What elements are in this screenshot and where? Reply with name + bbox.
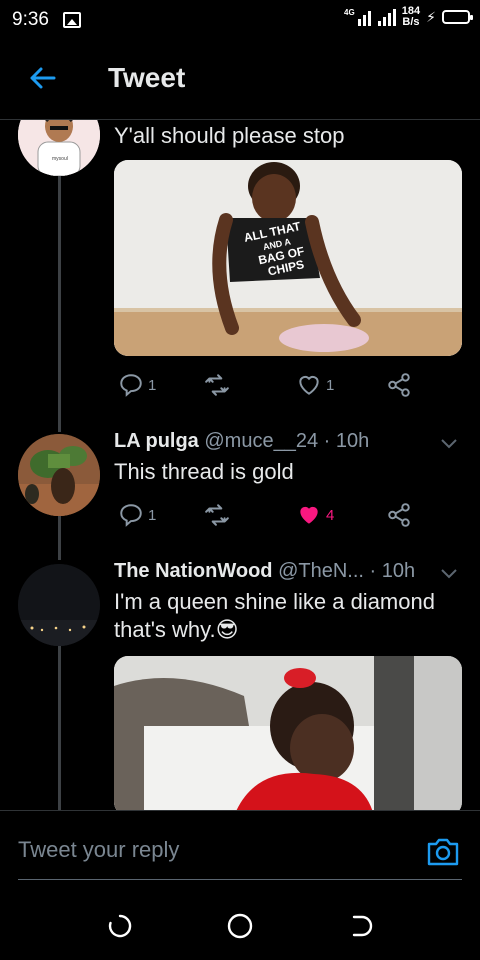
- status-indicators: 4G 184 B/s ⚡: [342, 6, 473, 28]
- thread-connector-line: [58, 176, 61, 432]
- retweet-button[interactable]: [204, 502, 230, 528]
- heart-filled-icon: [300, 506, 318, 524]
- toddler-photo: ALL THAT AND A BAG OF CHIPS: [114, 160, 462, 356]
- reply-count: 1: [148, 506, 157, 524]
- heart-icon: [299, 375, 319, 395]
- separator-dot: ·: [323, 430, 331, 452]
- reply-underline: [18, 879, 462, 880]
- back-nav-icon[interactable]: [346, 912, 374, 940]
- avatar[interactable]: mysoul: [18, 120, 100, 176]
- tweet-text: I'm a queen shine like a diamond that's …: [114, 588, 435, 644]
- svg-text:4G: 4G: [344, 8, 355, 17]
- retweet-icon: [205, 504, 229, 526]
- tweet-text-part: that's why.: [114, 617, 216, 642]
- share-button[interactable]: [386, 372, 412, 398]
- like-button[interactable]: 1: [296, 372, 334, 398]
- user-handle[interactable]: @muce__24: [204, 430, 318, 452]
- page-title: Tweet: [108, 62, 186, 93]
- tweet-media-image[interactable]: [114, 656, 462, 810]
- retweet-button[interactable]: [204, 372, 230, 398]
- tweet-header: The NationWood @TheN... · 10h: [114, 560, 415, 583]
- reply-input[interactable]: Tweet your reply: [18, 837, 179, 863]
- share-button[interactable]: [386, 502, 412, 528]
- tweet-actions: 1 1: [114, 372, 434, 402]
- signal-strength-icon: [377, 8, 396, 26]
- avatar[interactable]: [18, 434, 100, 516]
- charging-icon: ⚡: [426, 8, 436, 25]
- reply-button[interactable]: 1: [118, 372, 156, 398]
- home-icon[interactable]: [226, 912, 254, 940]
- retweet-icon: [205, 374, 229, 396]
- display-name[interactable]: LA pulga: [114, 430, 199, 452]
- avatar[interactable]: [18, 564, 100, 646]
- tweet-header: LA pulga @muce__24 · 10h: [114, 430, 369, 453]
- tweet-actions: 1 4: [114, 502, 434, 532]
- emoji-sunglasses: 😎: [215, 617, 239, 642]
- like-button[interactable]: 4: [296, 502, 334, 528]
- status-bar: 9:36 4G 184 B/s ⚡: [0, 0, 480, 40]
- separator-dot: ·: [369, 560, 377, 582]
- tweet-text: Y'all should please stop: [114, 123, 345, 148]
- network-speed-unit: B/s: [402, 16, 420, 28]
- avatar-illustration: mysoul: [18, 120, 100, 176]
- tweet-text-line: that's why.😎: [114, 616, 435, 644]
- svg-text:mysoul: mysoul: [52, 156, 68, 162]
- reply-count: 1: [148, 376, 157, 394]
- tweet-text-line: I'm a queen shine like a diamond: [114, 589, 435, 614]
- gallery-notification-icon: [62, 12, 81, 28]
- top-app-bar: Tweet: [0, 40, 480, 120]
- status-time: 9:36: [12, 9, 49, 30]
- thread-connector-line: [58, 516, 61, 560]
- chevron-down-icon[interactable]: [440, 568, 458, 580]
- network-speed: 184 B/s: [402, 6, 420, 28]
- battery-icon: [442, 10, 473, 24]
- system-navigation-bar: [0, 900, 480, 960]
- tweet-time: 10h: [381, 560, 416, 582]
- tweet-thread[interactable]: mysoul Y'all should please stop ALL THAT…: [0, 120, 480, 810]
- tweet-text: This thread is gold: [114, 459, 294, 484]
- reply-composer: Tweet your reply: [0, 810, 480, 900]
- share-icon: [388, 503, 410, 527]
- share-icon: [388, 373, 410, 397]
- network-4g-icon: 4G: [344, 8, 371, 26]
- like-count: 4: [326, 506, 335, 524]
- reply-button[interactable]: 1: [118, 502, 156, 528]
- display-name[interactable]: The NationWood: [114, 560, 273, 582]
- tweet-media-image[interactable]: ALL THAT AND A BAG OF CHIPS: [114, 160, 462, 356]
- tweet-time: 10h: [335, 430, 370, 452]
- recent-apps-icon[interactable]: [106, 912, 134, 940]
- like-count: 1: [326, 376, 335, 394]
- girl-red-sweater-photo: [114, 656, 462, 810]
- avatar-illustration: [18, 434, 100, 516]
- reply-icon: [120, 504, 142, 527]
- reply-icon: [120, 374, 142, 397]
- user-handle[interactable]: @TheN...: [278, 560, 364, 582]
- chevron-down-icon[interactable]: [440, 438, 458, 450]
- back-arrow-icon[interactable]: [28, 64, 56, 92]
- thread-connector-line: [58, 640, 61, 810]
- camera-icon[interactable]: [426, 835, 460, 867]
- avatar-illustration: [18, 564, 100, 646]
